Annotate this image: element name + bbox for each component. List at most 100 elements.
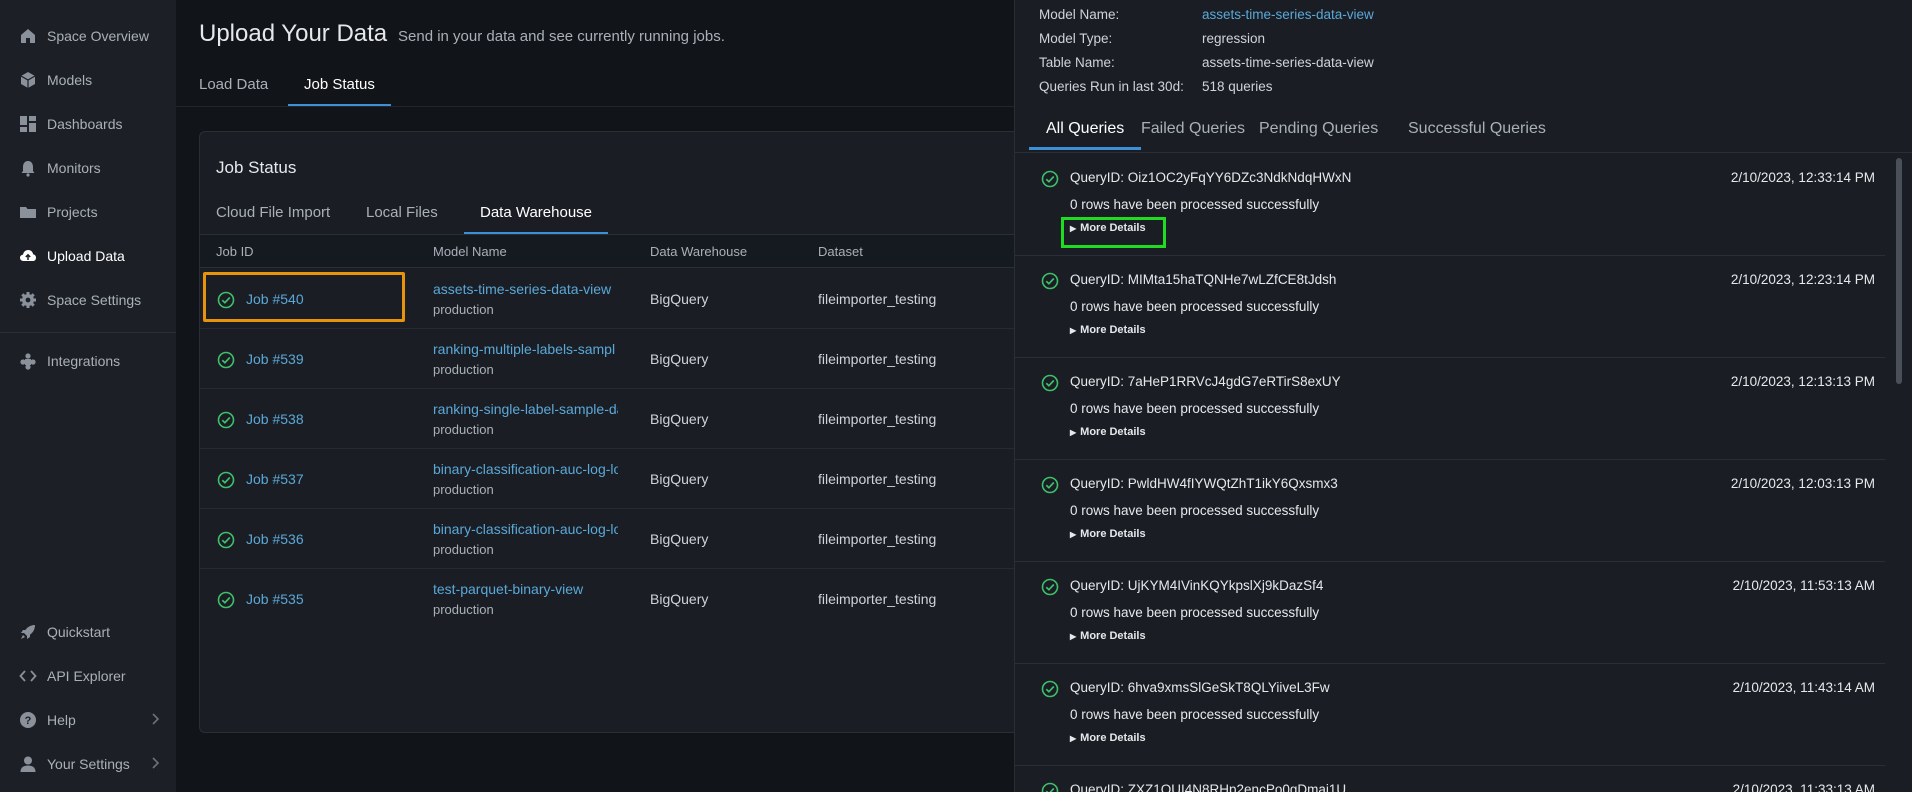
tab-job-status[interactable]: Job Status xyxy=(288,76,391,106)
sidebar-item-api-explorer[interactable]: API Explorer xyxy=(0,656,176,696)
sidebar-item-projects[interactable]: Projects xyxy=(0,192,176,232)
sidebar-item-integrations[interactable]: Integrations xyxy=(0,341,176,381)
meta-label-table-name: Table Name: xyxy=(1039,55,1115,70)
sidebar-item-label: Monitors xyxy=(47,160,101,176)
query-item: QueryID: UjKYM4IVinKQYkpslXj9kDazSf4 2/1… xyxy=(1015,562,1885,664)
more-details-toggle[interactable]: ▶ More Details xyxy=(1070,528,1146,540)
more-details-toggle[interactable]: ▶ More Details xyxy=(1070,630,1146,642)
sidebar-item-help[interactable]: ? Help xyxy=(0,700,176,740)
more-details-highlight xyxy=(1061,217,1166,248)
check-circle-icon xyxy=(1041,476,1059,499)
job-status-title: Job Status xyxy=(216,158,297,177)
dataset-value: fileimporter_testing xyxy=(818,351,937,367)
model-name-link[interactable]: ranking-single-label-sample-da xyxy=(433,401,618,417)
scrollbar-thumb[interactable] xyxy=(1896,158,1902,384)
sidebar-item-monitors[interactable]: Monitors xyxy=(0,148,176,188)
dataset-value: fileimporter_testing xyxy=(818,471,937,487)
table-header: Job ID Model Name Data Warehouse Dataset xyxy=(200,234,1015,268)
model-name-link[interactable]: binary-classification-auc-log-lo xyxy=(433,521,618,537)
query-id: QueryID: UjKYM4IVinKQYkpslXj9kDazSf4 xyxy=(1070,578,1324,593)
meta-value-model-name[interactable]: assets-time-series-data-view xyxy=(1202,7,1374,22)
more-details-label: More Details xyxy=(1080,324,1146,336)
check-circle-icon xyxy=(1041,170,1059,193)
sidebar-item-models[interactable]: Models xyxy=(0,60,176,100)
table-row[interactable]: Job #539 ranking-multiple-labels-sampl p… xyxy=(200,329,1015,389)
table-row[interactable]: Job #537 binary-classification-auc-log-l… xyxy=(200,449,1015,509)
tab-divider xyxy=(176,106,1014,107)
query-status: 0 rows have been processed successfully xyxy=(1070,707,1320,722)
tab-local-files[interactable]: Local Files xyxy=(350,204,454,234)
chevron-right-icon xyxy=(150,712,160,731)
job-id-link[interactable]: Job #536 xyxy=(246,531,304,547)
query-item: QueryID: 7aHeP1RRVcJ4gdG7eRTirS8exUY 2/1… xyxy=(1015,358,1885,460)
query-item: QueryID: ZXZ1OUI4N8RHp2encPo0gDmai1U 2/1… xyxy=(1015,766,1885,792)
tab-load-data[interactable]: Load Data xyxy=(183,76,284,106)
model-name-link[interactable]: test-parquet-binary-view xyxy=(433,581,618,597)
model-environment: production xyxy=(433,362,494,377)
table-row[interactable]: Job #536 binary-classification-auc-log-l… xyxy=(200,509,1015,569)
check-circle-icon xyxy=(1041,272,1059,295)
bell-icon xyxy=(18,158,38,178)
sidebar-item-label: Upload Data xyxy=(47,248,125,264)
query-id: QueryID: Oiz1OC2yFqYY6DZc3NdkNdqHWxN xyxy=(1070,170,1352,185)
code-icon xyxy=(18,666,38,686)
job-id-link[interactable]: Job #537 xyxy=(246,471,304,487)
cloud-upload-icon xyxy=(18,246,38,266)
query-id: QueryID: 6hva9xmsSlGeSkT8QLYiiveL3Fw xyxy=(1070,680,1330,695)
user-icon xyxy=(18,754,38,774)
tab-successful-queries[interactable]: Successful Queries xyxy=(1391,120,1563,150)
column-header-model-name[interactable]: Model Name xyxy=(433,244,507,259)
job-id-link[interactable]: Job #539 xyxy=(246,351,304,367)
dataset-value: fileimporter_testing xyxy=(818,591,937,607)
check-circle-icon xyxy=(217,471,235,494)
meta-value-table-name: assets-time-series-data-view xyxy=(1202,55,1374,70)
sidebar-item-upload-data[interactable]: Upload Data xyxy=(0,236,176,276)
more-details-toggle[interactable]: ▶ More Details xyxy=(1070,732,1146,744)
sidebar-item-label: API Explorer xyxy=(47,668,126,684)
data-warehouse-value: BigQuery xyxy=(650,291,709,307)
tab-data-warehouse[interactable]: Data Warehouse xyxy=(464,204,609,234)
query-id: QueryID: 7aHeP1RRVcJ4gdG7eRTirS8exUY xyxy=(1070,374,1341,389)
caret-right-icon: ▶ xyxy=(1070,428,1077,437)
column-header-dataset[interactable]: Dataset xyxy=(818,244,863,259)
check-circle-icon xyxy=(1041,578,1059,601)
sidebar-item-label: Models xyxy=(47,72,93,88)
check-circle-icon xyxy=(1041,782,1059,792)
caret-right-icon: ▶ xyxy=(1070,326,1077,335)
model-name-link[interactable]: ranking-multiple-labels-sampl xyxy=(433,341,618,357)
meta-label-model-name: Model Name: xyxy=(1039,7,1120,22)
check-circle-icon xyxy=(217,351,235,374)
tab-divider xyxy=(1015,152,1912,153)
sidebar-item-quickstart[interactable]: Quickstart xyxy=(0,612,176,652)
sidebar-item-space-settings[interactable]: Space Settings xyxy=(0,280,176,320)
model-name-link[interactable]: binary-classification-auc-log-lo xyxy=(433,461,618,477)
model-environment: production xyxy=(433,482,494,497)
more-details-toggle[interactable]: ▶ More Details xyxy=(1070,426,1146,438)
tab-pending-queries[interactable]: Pending Queries xyxy=(1242,120,1395,150)
column-header-job-id[interactable]: Job ID xyxy=(216,244,254,259)
data-warehouse-value: BigQuery xyxy=(650,351,709,367)
sidebar-item-space-overview[interactable]: Space Overview xyxy=(0,16,176,56)
meta-value-queries-run: 518 queries xyxy=(1202,79,1273,94)
caret-right-icon: ▶ xyxy=(1070,632,1077,641)
model-name-link[interactable]: assets-time-series-data-view xyxy=(433,281,618,297)
query-details-panel: Model Name: assets-time-series-data-view… xyxy=(1014,0,1912,792)
tab-cloud-file-import[interactable]: Cloud File Import xyxy=(200,204,346,234)
puzzle-icon xyxy=(18,351,38,371)
sidebar-item-label: Help xyxy=(47,712,76,728)
query-item: QueryID: 6hva9xmsSlGeSkT8QLYiiveL3Fw 2/1… xyxy=(1015,664,1885,766)
job-id-link[interactable]: Job #535 xyxy=(246,591,304,607)
column-header-data-warehouse[interactable]: Data Warehouse xyxy=(650,244,747,259)
table-row[interactable]: Job #538 ranking-single-label-sample-da … xyxy=(200,389,1015,449)
more-details-toggle[interactable]: ▶ More Details xyxy=(1070,324,1146,336)
sidebar: Space Overview Models Dashboards Monitor… xyxy=(0,0,176,792)
table-row[interactable]: Job #535 test-parquet-binary-view produc… xyxy=(200,569,1015,629)
query-item: QueryID: PwldHW4fIYWQtZhT1ikY6Qxsmx3 2/1… xyxy=(1015,460,1885,562)
sidebar-item-your-settings[interactable]: Your Settings xyxy=(0,744,176,784)
sidebar-item-label: Dashboards xyxy=(47,116,123,132)
page-title: Upload Your Data xyxy=(199,20,388,47)
job-id-link[interactable]: Job #538 xyxy=(246,411,304,427)
sidebar-item-dashboards[interactable]: Dashboards xyxy=(0,104,176,144)
caret-right-icon: ▶ xyxy=(1070,530,1077,539)
main-content: Upload Your Data Send in your data and s… xyxy=(176,0,1015,792)
